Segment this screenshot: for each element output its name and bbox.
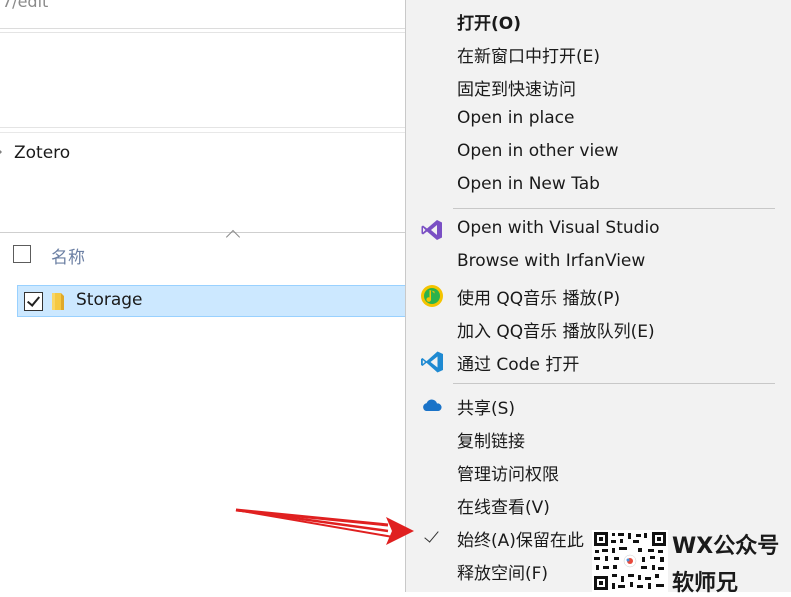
address-bar[interactable]: 7/edit (0, 0, 406, 29)
ribbon-area (0, 32, 406, 128)
menu-item-open-visual-studio[interactable]: Open with Visual Studio (406, 213, 791, 246)
menu-item-label: 共享(S) (457, 399, 516, 419)
menu-item-label: 使用 QQ音乐 播放(P) (457, 289, 621, 309)
menu-item-qq-music-queue[interactable]: 加入 QQ音乐 播放队列(E) (406, 312, 791, 345)
select-all-checkbox[interactable] (13, 245, 31, 263)
menu-item-open[interactable]: 打开(O) (406, 4, 791, 37)
qr-code-icon (592, 530, 668, 592)
qq-music-icon (421, 285, 443, 307)
menu-item-label: Open in other view (457, 141, 619, 161)
menu-item-label: 在线查看(V) (457, 498, 550, 518)
menu-separator (453, 383, 775, 384)
menu-item-share[interactable]: 共享(S) (406, 389, 791, 422)
menu-item-open-new-window[interactable]: 在新窗口中打开(E) (406, 37, 791, 70)
menu-item-open-other-view[interactable]: Open in other view (406, 136, 791, 169)
address-text: 7/edit (2, 0, 49, 11)
folder-icon (52, 293, 64, 310)
menu-item-open-new-tab[interactable]: Open in New Tab (406, 169, 791, 202)
visual-studio-icon (421, 220, 442, 240)
file-row-storage[interactable]: Storage (17, 285, 406, 317)
divider (0, 232, 406, 233)
vscode-icon (421, 351, 443, 373)
onedrive-cloud-icon (423, 399, 442, 411)
menu-item-view-online[interactable]: 在线查看(V) (406, 488, 791, 521)
expand-arrow-icon[interactable] (0, 147, 2, 157)
menu-item-label: 始终(A)保留在此 (457, 531, 584, 551)
menu-item-label: Browse with IrfanView (457, 251, 646, 271)
menu-item-label: Open with Visual Studio (457, 218, 660, 238)
menu-item-copy-link[interactable]: 复制链接 (406, 422, 791, 455)
menu-item-qq-music-play[interactable]: 使用 QQ音乐 播放(P) (406, 279, 791, 312)
menu-item-label: 加入 QQ音乐 播放队列(E) (457, 322, 655, 342)
nav-item-label: Zotero (14, 143, 71, 163)
menu-item-label: Open in place (457, 108, 575, 128)
column-header-name[interactable]: 名称 (51, 243, 85, 268)
menu-item-label: 复制链接 (457, 432, 525, 452)
menu-item-pin-quick-access[interactable]: 固定到快速访问 (406, 70, 791, 103)
menu-item-open-with-code[interactable]: 通过 Code 打开 (406, 345, 791, 378)
file-explorer-pane: 7/edit Zotero 名称 Storage (0, 0, 406, 592)
menu-item-label: 通过 Code 打开 (457, 355, 580, 375)
context-menu: 打开(O) 在新窗口中打开(E) 固定到快速访问 Open in place O… (405, 0, 791, 592)
menu-item-browse-irfanview[interactable]: Browse with IrfanView (406, 246, 791, 279)
checkmark-icon (424, 527, 439, 543)
file-name: Storage (76, 290, 143, 310)
nav-pane-item-zotero[interactable]: Zotero (0, 132, 406, 175)
menu-item-manage-access[interactable]: 管理访问权限 (406, 455, 791, 488)
menu-item-label: Open in New Tab (457, 174, 600, 194)
row-checkbox[interactable] (24, 292, 43, 311)
menu-item-label: 释放空间(F) (457, 564, 549, 584)
menu-separator (453, 208, 775, 209)
watermark-line-2: 软师兄 (672, 571, 739, 596)
menu-item-label: 固定到快速访问 (457, 80, 576, 100)
menu-item-label: 管理访问权限 (457, 465, 559, 485)
menu-item-label: 在新窗口中打开(E) (457, 47, 601, 67)
menu-item-open-in-place[interactable]: Open in place (406, 103, 791, 136)
watermark-line-1: WX公众号 (672, 534, 780, 559)
menu-item-label: 打开(O) (457, 14, 521, 34)
